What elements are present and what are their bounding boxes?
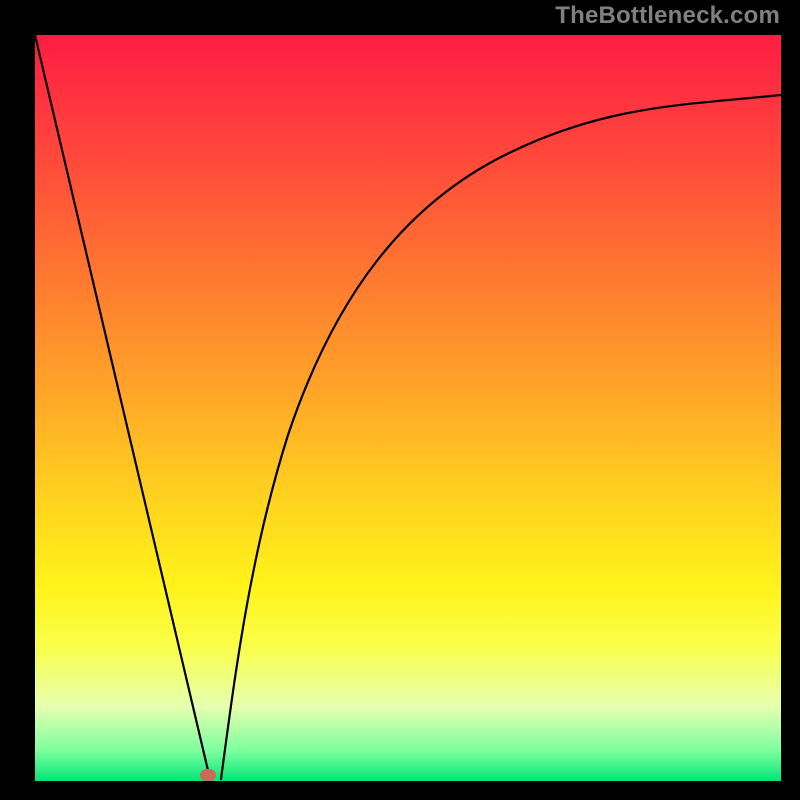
bottleneck-curve: [35, 35, 781, 781]
watermark-text: TheBottleneck.com: [555, 2, 780, 30]
curve-left-descent: [35, 35, 210, 779]
curve-right-ascent: [221, 95, 781, 779]
plot-area: [35, 35, 781, 781]
bottleneck-marker: [200, 769, 216, 781]
chart-frame: TheBottleneck.com: [0, 0, 800, 800]
